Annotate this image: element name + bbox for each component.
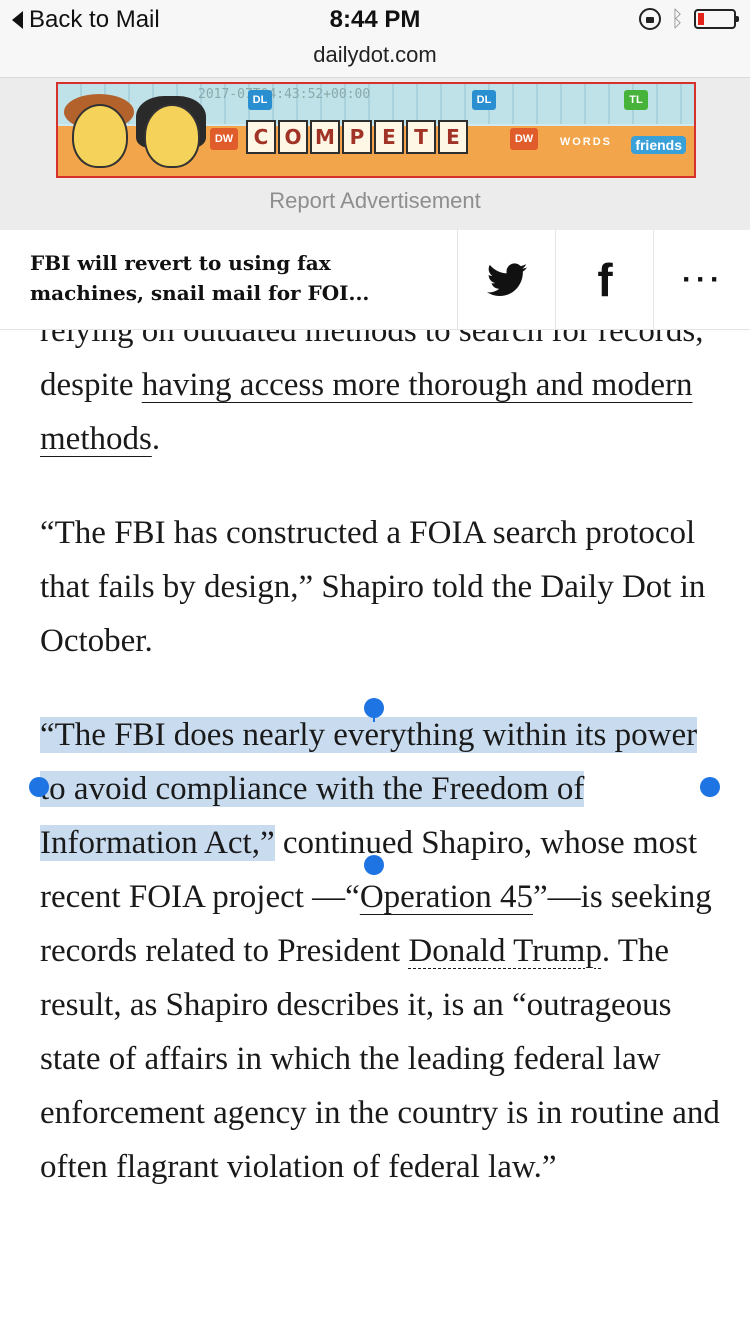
ad-tile-dw: DW	[510, 128, 538, 150]
facebook-icon: f	[597, 253, 613, 306]
twitter-share-button[interactable]	[457, 230, 556, 329]
ad-letter: E	[438, 120, 468, 154]
domain-label: dailydot.com	[313, 42, 437, 67]
selection-caret-top	[373, 712, 375, 722]
ad-banner[interactable]: 2017-07T04:43:52+00:00 DL DL TL DW C O M…	[56, 82, 696, 178]
ad-tile-dl: DL	[248, 90, 272, 110]
ad-brand-words: WORDS	[559, 136, 612, 148]
selection-bottom-handle[interactable]	[364, 855, 384, 875]
article-paragraph: “The FBI has constructed a FOIA search p…	[40, 515, 706, 659]
ad-letter: P	[342, 120, 372, 154]
url-bar[interactable]: dailydot.com	[0, 40, 750, 78]
ad-letter: E	[374, 120, 404, 154]
status-time: 8:44 PM	[329, 6, 421, 33]
ad-tile-dw: DW	[210, 128, 238, 150]
ad-letter: T	[406, 120, 436, 154]
article-paragraph: relying on outdated methods to search fo…	[40, 330, 704, 457]
selection-right-handle[interactable]	[700, 777, 720, 797]
ad-stamp: 2017-07T04:43:52+00:00	[198, 87, 371, 102]
ad-tile-tl: TL	[624, 90, 648, 110]
selection-left-handle[interactable]	[29, 777, 49, 797]
article-paragraph: “The FBI does nearly everything within i…	[40, 717, 720, 1185]
article-body: relying on outdated methods to search fo…	[0, 330, 750, 1334]
status-bar: Back to Mail 8:44 PM ᛒ	[0, 0, 750, 40]
facebook-share-button[interactable]: f	[555, 230, 654, 329]
more-icon: ···	[682, 262, 724, 296]
orientation-lock-icon	[638, 8, 661, 30]
ad-tile-dl: DL	[472, 90, 496, 110]
ad-word-compete: C O M P E T E	[246, 120, 468, 154]
ad-letter: O	[278, 120, 308, 154]
ad-container: 2017-07T04:43:52+00:00 DL DL TL DW C O M…	[0, 78, 750, 230]
donald-trump-link[interactable]: Donald Trump	[408, 933, 601, 969]
twitter-icon	[487, 262, 527, 296]
ad-character-face	[72, 104, 128, 168]
share-bar: FBI will revert to using fax machines, s…	[0, 230, 750, 330]
ad-letter: C	[246, 120, 276, 154]
ad-brand-friends: friends	[631, 136, 686, 154]
article-headline: FBI will revert to using fax machines, s…	[30, 251, 370, 305]
more-share-button[interactable]: ···	[653, 230, 750, 329]
report-advertisement-link[interactable]: Report Advertisement	[0, 188, 750, 214]
ad-letter: M	[310, 120, 340, 154]
status-icons: ᛒ	[638, 6, 739, 31]
bluetooth-icon: ᛒ	[670, 6, 684, 31]
operation-45-link[interactable]: Operation 45	[360, 879, 533, 915]
ad-character-face	[144, 104, 200, 168]
battery-icon	[694, 9, 739, 29]
